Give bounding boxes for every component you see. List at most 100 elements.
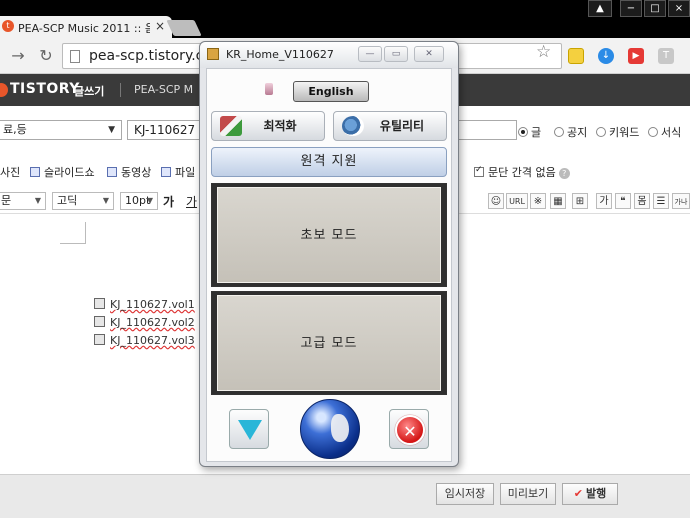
radio-label: 키워드 bbox=[609, 126, 640, 139]
editor-footer: 임시저장 미리보기 ✔ 발행 bbox=[0, 474, 690, 518]
bold-button[interactable]: 가 bbox=[163, 193, 174, 210]
bookmark-star-icon[interactable]: ☆ bbox=[536, 42, 551, 62]
floppy-disk-icon bbox=[94, 334, 105, 345]
checkbox-label: 문단 간격 없음 bbox=[488, 166, 556, 179]
paragraph-style-select[interactable]: 문 ▼ bbox=[0, 192, 46, 210]
kr-home-window: KR_Home_V110627 — ▭ ✕ English 최적화 유틸리티 원… bbox=[199, 41, 459, 467]
quote-icon[interactable]: ❝ bbox=[615, 193, 631, 209]
globe-land-shape bbox=[331, 414, 349, 442]
forward-arrow-icon[interactable]: → bbox=[8, 46, 28, 66]
file-name: KJ_110627.vol1 bbox=[110, 298, 195, 311]
tistory-logo[interactable]: TISTORY bbox=[10, 81, 80, 97]
paragraph-spacing-checkbox[interactable]: 문단 간격 없음? bbox=[474, 164, 570, 180]
floppy-disk-icon bbox=[94, 316, 105, 327]
translate-extension-icon[interactable]: T bbox=[658, 48, 674, 64]
attach-label: 사진 bbox=[0, 166, 21, 179]
attach-photo-button[interactable]: 사진 bbox=[0, 164, 20, 180]
checkbox-icon bbox=[474, 165, 484, 177]
video-icon bbox=[107, 167, 117, 177]
layout-icon[interactable]: 몸 bbox=[634, 193, 650, 209]
editor-cursor-area[interactable] bbox=[60, 222, 86, 244]
english-language-button[interactable]: English bbox=[293, 81, 369, 102]
publish-label: 발행 bbox=[585, 487, 607, 500]
list-icon[interactable]: ☰ bbox=[653, 193, 669, 209]
exit-button[interactable]: ✕ bbox=[389, 409, 429, 449]
slideshow-icon bbox=[30, 167, 40, 177]
utility-label: 유틸리티 bbox=[379, 119, 425, 133]
preview-button[interactable]: 미리보기 bbox=[500, 483, 556, 505]
blog-name[interactable]: PEA-SCP M bbox=[134, 83, 193, 96]
window-close-button[interactable]: × bbox=[668, 0, 690, 17]
char-map-icon[interactable]: 가나 bbox=[672, 193, 690, 209]
file-attachment-item[interactable]: KJ_110627.vol1 bbox=[94, 298, 195, 311]
window-minimize-button[interactable]: − bbox=[620, 0, 642, 17]
tistory-logo-icon bbox=[0, 83, 8, 97]
chevron-down-icon: ▼ bbox=[102, 196, 109, 205]
category-select[interactable]: 료,등 ▼ bbox=[0, 120, 122, 140]
radio-template[interactable]: 서식 bbox=[648, 124, 681, 140]
special-char-icon[interactable]: ※ bbox=[530, 193, 546, 209]
advanced-mode-label: 고급 모드 bbox=[217, 295, 441, 391]
media-extension-icon[interactable]: ▶ bbox=[628, 48, 644, 64]
utility-button[interactable]: 유틸리티 bbox=[333, 111, 447, 141]
radio-dot-icon bbox=[596, 127, 606, 137]
write-link[interactable]: 글쓰기 bbox=[74, 83, 104, 99]
language-flag-icon bbox=[265, 83, 273, 95]
reload-icon[interactable]: ↻ bbox=[36, 46, 56, 66]
browser-tab[interactable]: t PEA-SCP Music 2011 :: 음 × bbox=[0, 16, 172, 38]
font-size-select[interactable]: 10pt ▼ bbox=[120, 192, 158, 210]
underline-button[interactable]: 가 bbox=[186, 193, 197, 210]
file-attachment-item[interactable]: KJ_110627.vol3 bbox=[94, 334, 195, 347]
font-family-select[interactable]: 고딕 ▼ bbox=[52, 192, 114, 210]
popup-maximize-button[interactable]: ▭ bbox=[384, 46, 408, 62]
download-button[interactable] bbox=[229, 409, 269, 449]
emoticon-icon[interactable]: ☺ bbox=[488, 193, 504, 209]
category-value: 료,등 bbox=[3, 123, 27, 136]
select-value: 문 bbox=[1, 194, 12, 207]
file-name: KJ_110627.vol2 bbox=[110, 316, 195, 329]
radio-notice[interactable]: 공지 bbox=[554, 124, 587, 140]
file-name: KJ_110627.vol3 bbox=[110, 334, 195, 347]
basic-mode-button[interactable]: 초보 모드 bbox=[211, 183, 447, 287]
radio-keyword[interactable]: 키워드 bbox=[596, 124, 639, 140]
download-extension-icon[interactable]: ↓ bbox=[598, 48, 614, 64]
chevron-down-icon: ▼ bbox=[108, 125, 115, 135]
publish-button[interactable]: ✔ 발행 bbox=[562, 483, 618, 505]
remote-support-button[interactable]: 원격 지원 bbox=[211, 147, 447, 177]
close-icon: ✕ bbox=[395, 415, 425, 445]
radio-label: 공지 bbox=[567, 126, 588, 139]
help-icon[interactable]: ? bbox=[558, 168, 570, 179]
attach-slideshow-button[interactable]: 슬라이드쇼 bbox=[30, 164, 95, 180]
notes-extension-icon[interactable] bbox=[568, 48, 584, 64]
grid-icon[interactable]: ⊞ bbox=[572, 193, 588, 209]
popup-title: KR_Home_V110627 bbox=[226, 48, 334, 61]
popup-titlebar[interactable]: KR_Home_V110627 — ▭ ✕ bbox=[200, 42, 458, 68]
window-maximize-button[interactable]: □ bbox=[644, 0, 666, 17]
file-attachment-item[interactable]: KJ_110627.vol2 bbox=[94, 316, 195, 329]
table-icon[interactable]: ▦ bbox=[550, 193, 566, 209]
chevron-down-icon: ▼ bbox=[34, 196, 41, 205]
radio-dot-icon bbox=[648, 127, 658, 137]
down-arrow-icon bbox=[238, 420, 262, 440]
radio-dot-icon bbox=[518, 127, 528, 137]
check-icon: ✔ bbox=[573, 487, 583, 500]
text-box-icon[interactable]: 가 bbox=[596, 193, 612, 209]
link-url-button[interactable]: URL bbox=[506, 193, 528, 209]
browser-titlebar: t PEA-SCP Music 2011 :: 음 × ▲ − □ × bbox=[0, 0, 690, 38]
attach-file-button[interactable]: 파일 bbox=[161, 164, 195, 180]
popup-minimize-button[interactable]: — bbox=[358, 46, 382, 62]
globe-icon[interactable] bbox=[300, 399, 360, 459]
user-profile-icon[interactable]: ▲ bbox=[588, 0, 612, 17]
select-value: 고딕 bbox=[57, 194, 78, 207]
page-icon bbox=[70, 50, 80, 63]
address-url: pea-scp.tistory.c bbox=[89, 48, 204, 64]
app-icon bbox=[207, 48, 219, 60]
popup-close-button[interactable]: ✕ bbox=[414, 46, 444, 62]
advanced-mode-button[interactable]: 고급 모드 bbox=[211, 291, 447, 395]
optimize-button[interactable]: 최적화 bbox=[211, 111, 325, 141]
chevron-down-icon: ▼ bbox=[146, 196, 153, 205]
save-draft-button[interactable]: 임시저장 bbox=[436, 483, 494, 505]
radio-label: 서식 bbox=[661, 126, 682, 139]
attach-video-button[interactable]: 동영상 bbox=[107, 164, 151, 180]
radio-post[interactable]: 글 bbox=[518, 124, 541, 140]
